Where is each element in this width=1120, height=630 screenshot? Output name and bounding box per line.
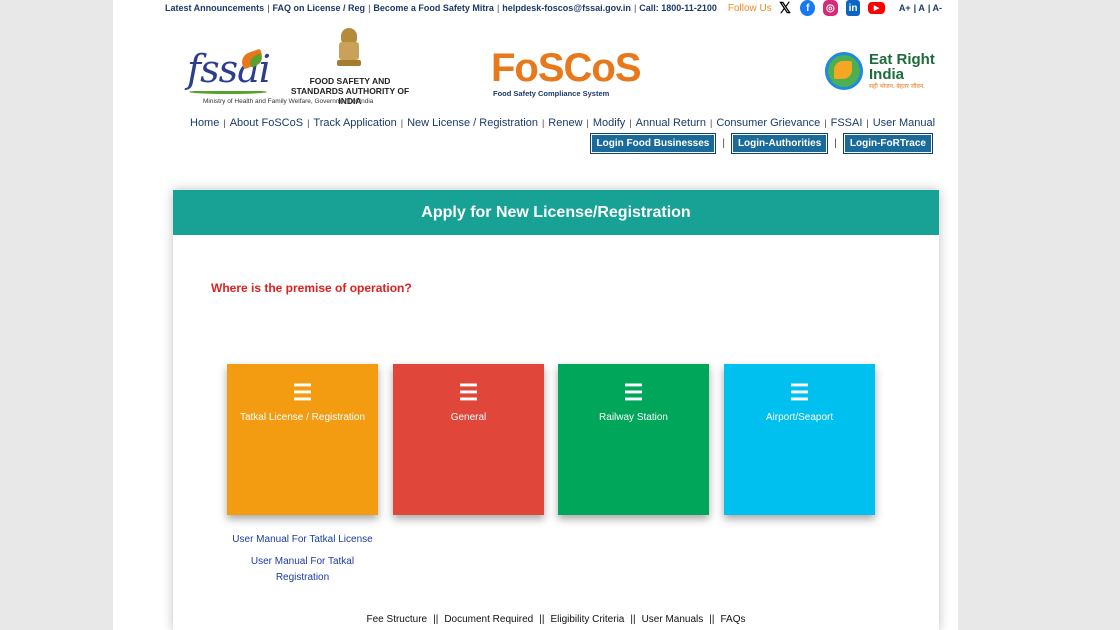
ministry-text: Ministry of Health and Family Welfare, G… (203, 98, 374, 105)
nav-annual-return[interactable]: Annual Return (636, 117, 706, 129)
user-manual-tatkal-license-link[interactable]: User Manual For Tatkal License (227, 534, 378, 545)
menu-icon: ☰ (292, 380, 313, 405)
youtube-icon[interactable]: ▶ (868, 2, 885, 14)
apply-license-card: Apply for New License/Registration Where… (173, 190, 939, 630)
tile-general[interactable]: ☰ General (393, 364, 544, 515)
tile-label: General (450, 412, 487, 423)
tile-railway-station[interactable]: ☰ Railway Station (558, 364, 709, 515)
national-emblem-icon (336, 28, 362, 72)
x-icon[interactable]: 𝕏 (778, 0, 793, 17)
tile-airport-seaport[interactable]: ☰ Airport/Seaport (724, 364, 875, 515)
fssai-logo[interactable]: fssai (187, 48, 271, 98)
page: Latest Announcements | FAQ on License / R… (113, 0, 958, 630)
nav-user-manual[interactable]: User Manual (873, 117, 935, 129)
nav-new-license[interactable]: New License / Registration (407, 117, 538, 129)
menu-icon: ☰ (789, 380, 810, 405)
instagram-icon[interactable]: ◎ (823, 0, 838, 16)
nav-track-application[interactable]: Track Application (313, 117, 396, 129)
user-manuals-link[interactable]: User Manuals (642, 614, 704, 625)
link-food-safety-mitra[interactable]: Become a Food Safety Mitra (373, 3, 494, 13)
menu-icon: ☰ (458, 380, 479, 405)
fee-structure-link[interactable]: Fee Structure (367, 614, 428, 625)
eat-right-india-logo[interactable]: Eat Right India सही भोजन. बेहतर जीवन. (825, 50, 937, 92)
linkedin-icon[interactable]: in (845, 0, 861, 16)
follow-us-label: Follow Us (727, 2, 772, 14)
faqs-link[interactable]: FAQs (720, 614, 745, 625)
nav-about-foscos[interactable]: About FoSCoS (230, 117, 303, 129)
link-faq[interactable]: FAQ on License / Reg (273, 3, 366, 13)
tile-label: Tatkal License / Registration (239, 412, 366, 423)
call-number: Call: 1800-11-2100 (639, 3, 717, 13)
nav-renew[interactable]: Renew (548, 117, 582, 129)
footer-links: Fee Structure || Document Required || Elig… (366, 614, 746, 625)
login-buttons: Login Food Businesses | Login-Authoritie… (589, 133, 933, 154)
facebook-icon[interactable]: f (800, 0, 816, 16)
menu-icon: ☰ (623, 380, 644, 405)
top-utility-bar: Latest Announcements | FAQ on License / R… (165, 0, 945, 17)
font-increase-button[interactable]: A+ (899, 3, 911, 13)
link-latest-announcements[interactable]: Latest Announcements (165, 3, 264, 13)
nav-home[interactable]: Home (190, 117, 219, 129)
foscos-subtitle: Food Safety Compliance System (493, 89, 610, 98)
tile-label: Airport/Seaport (765, 412, 834, 423)
nav-modify[interactable]: Modify (593, 117, 625, 129)
eat-right-globe-icon (825, 52, 863, 90)
tile-label: Railway Station (599, 412, 668, 423)
foscos-logo[interactable]: FoSCoS (491, 48, 642, 88)
font-normal-button[interactable]: A (918, 3, 925, 13)
document-required-link[interactable]: Document Required (444, 614, 533, 625)
login-authorities-button[interactable]: Login-Authorities (730, 133, 829, 154)
font-decrease-button[interactable]: A- (933, 3, 943, 13)
login-fortrace-button[interactable]: Login-FoRTrace (842, 133, 933, 154)
nav-fssai[interactable]: FSSAI (831, 117, 863, 129)
tile-tatkal[interactable]: ☰ Tatkal License / Registration (227, 364, 378, 515)
card-title: Apply for New License/Registration (173, 190, 939, 235)
main-navigation: Home | About FoSCoS | Track Application | N… (190, 117, 936, 129)
login-food-businesses-button[interactable]: Login Food Businesses (589, 133, 717, 154)
nav-consumer-grievance[interactable]: Consumer Grievance (716, 117, 820, 129)
premise-question: Where is the premise of operation? (211, 281, 412, 295)
eligibility-criteria-link[interactable]: Eligibility Criteria (550, 614, 624, 625)
link-helpdesk-email[interactable]: helpdesk-foscos@fssai.gov.in (502, 3, 631, 13)
font-size-controls: A+ | A | A- (898, 3, 943, 13)
user-manual-tatkal-registration-link[interactable]: User Manual For Tatkal Registration (245, 554, 360, 586)
